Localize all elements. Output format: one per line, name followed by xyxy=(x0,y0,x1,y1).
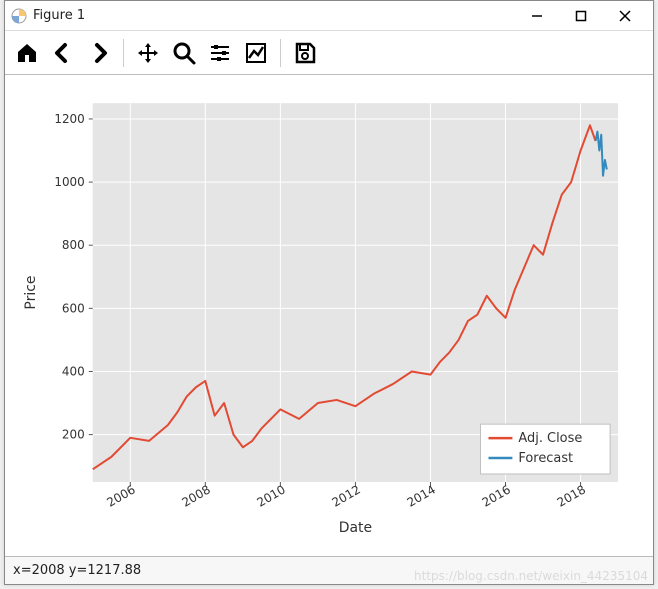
svg-text:600: 600 xyxy=(62,301,85,315)
edit-axes-button[interactable] xyxy=(240,37,272,69)
forward-button[interactable] xyxy=(83,37,115,69)
forward-icon xyxy=(87,41,111,65)
window-title: Figure 1 xyxy=(33,8,85,23)
zoom-button[interactable] xyxy=(168,37,200,69)
svg-text:200: 200 xyxy=(62,428,85,442)
svg-text:1000: 1000 xyxy=(54,175,84,189)
toolbar-separator xyxy=(123,39,124,67)
titlebar[interactable]: Figure 1 xyxy=(5,1,653,31)
home-icon xyxy=(15,41,39,65)
subplots-button[interactable] xyxy=(204,37,236,69)
back-button[interactable] xyxy=(47,37,79,69)
figure-window: Figure 1 xyxy=(4,0,654,585)
svg-text:800: 800 xyxy=(62,238,85,252)
maximize-button[interactable] xyxy=(559,2,603,30)
chart-line-icon xyxy=(244,41,268,65)
svg-text:2016: 2016 xyxy=(480,482,513,509)
save-icon xyxy=(293,41,317,65)
close-button[interactable] xyxy=(603,2,647,30)
pan-button[interactable] xyxy=(132,37,164,69)
x-axis-label: Date xyxy=(339,520,372,536)
svg-text:1200: 1200 xyxy=(54,112,84,126)
statusbar: x=2008 y=1217.88 xyxy=(5,556,653,584)
legend-label: Forecast xyxy=(518,451,573,466)
sliders-icon xyxy=(208,41,232,65)
app-icon xyxy=(11,8,27,24)
toolbar-separator xyxy=(280,39,281,67)
svg-text:2006: 2006 xyxy=(104,482,137,509)
zoom-icon xyxy=(172,41,196,65)
svg-text:2008: 2008 xyxy=(179,482,212,509)
toolbar xyxy=(5,31,653,75)
y-axis-label: Price xyxy=(23,276,39,310)
svg-text:2010: 2010 xyxy=(255,482,288,509)
plot-area[interactable]: 2006 2008 2010 2012 2014 2016 2018 200 400 600 800… xyxy=(15,81,643,544)
svg-text:2018: 2018 xyxy=(555,482,588,509)
chart-canvas: 2006 2008 2010 2012 2014 2016 2018 200 400 600 800… xyxy=(15,81,643,544)
svg-text:2014: 2014 xyxy=(405,482,438,509)
svg-text:400: 400 xyxy=(62,364,85,378)
legend-label: Adj. Close xyxy=(518,431,582,446)
back-icon xyxy=(51,41,75,65)
cursor-coords: x=2008 y=1217.88 xyxy=(13,563,141,578)
save-button[interactable] xyxy=(289,37,321,69)
svg-text:2012: 2012 xyxy=(330,482,363,509)
minimize-button[interactable] xyxy=(515,2,559,30)
pan-icon xyxy=(136,41,160,65)
home-button[interactable] xyxy=(11,37,43,69)
